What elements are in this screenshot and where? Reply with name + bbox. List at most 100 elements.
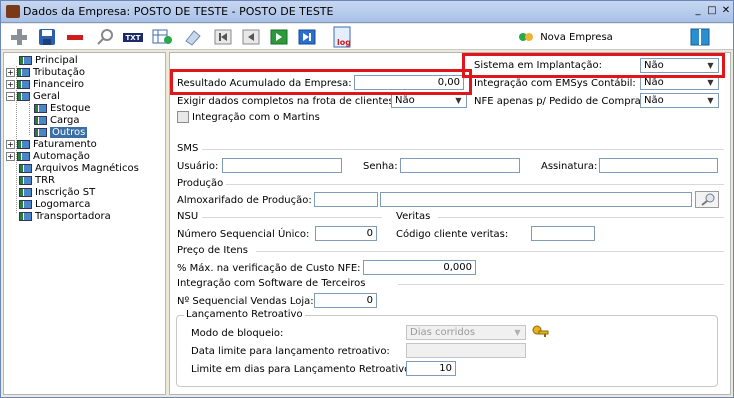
almoxarifado-code-input[interactable]	[314, 192, 378, 207]
window-title: Dados da Empresa: POSTO DE TESTE - POSTO…	[23, 5, 334, 18]
numero-sequencial-label: Número Sequencial Único:	[177, 229, 310, 240]
node-icon	[19, 211, 32, 221]
tree-item-outros[interactable]: Outros	[34, 126, 88, 138]
maximize-button[interactable]: □	[705, 5, 719, 18]
modo-bloqueio-select[interactable]: Dias corridos ▼	[406, 325, 526, 340]
chevron-down-icon: ▼	[514, 328, 521, 337]
integracao-terceiros-section-title: Integração com Software de Terceiros	[177, 278, 366, 289]
sms-divider	[202, 149, 724, 150]
tree-item-transportadora[interactable]: Transportadora	[6, 210, 111, 222]
node-icon	[34, 115, 47, 125]
numero-sequencial-input[interactable]: 0	[315, 226, 377, 241]
tree-item-tributacao[interactable]: + Tributação	[6, 66, 85, 78]
form-panel: Sistema em Implantação: Não ▼ Resultado …	[169, 52, 731, 395]
tree-item-estoque[interactable]: Estoque	[34, 102, 90, 114]
add-button[interactable]	[7, 26, 31, 48]
limite-dias-label: Limite em dias para Lançamento Retroativ…	[191, 364, 414, 375]
search-button[interactable]	[93, 26, 117, 48]
tree-item-automacao[interactable]: + Automação	[6, 150, 90, 162]
percentual-maximo-label: % Máx. na verificação de Custo NFE:	[177, 263, 361, 274]
floppy-disk-icon	[39, 29, 55, 45]
sms-section-title: SMS	[177, 143, 199, 154]
node-icon	[19, 163, 32, 173]
highlight-resultado-acumulado	[170, 69, 472, 95]
new-company-button[interactable]: Nova Empresa	[505, 26, 625, 48]
log-icon: log	[333, 26, 351, 48]
usuario-input[interactable]	[222, 158, 342, 173]
chevron-down-icon: ▼	[455, 96, 462, 105]
percentual-maximo-input[interactable]: 0,000	[363, 260, 476, 275]
close-button[interactable]: ✕	[719, 5, 733, 18]
node-icon	[19, 187, 32, 197]
node-icon	[19, 175, 32, 185]
modo-bloqueio-label: Modo de bloqueio:	[191, 328, 284, 339]
chevron-down-icon: ▼	[707, 78, 714, 87]
minimize-button[interactable]: _	[691, 5, 705, 18]
tree-item-financeiro[interactable]: + Financeiro	[6, 78, 84, 90]
window: Dados da Empresa: POSTO DE TESTE - POSTO…	[0, 0, 734, 398]
tree-item-trr[interactable]: TRR	[6, 174, 55, 186]
tree-item-arquivos-magneticos[interactable]: Arquivos Magnéticos	[6, 162, 139, 174]
tree-item-logomarca[interactable]: Logomarca	[6, 198, 90, 210]
tree-item-carga[interactable]: Carga	[34, 114, 80, 126]
navigation-tree: Principal + Tributação + Financeiro − Geral…	[3, 52, 166, 395]
preco-itens-section-title: Preço de Itens	[177, 245, 248, 256]
usuario-label: Usuário:	[177, 161, 219, 172]
node-icon	[17, 91, 30, 101]
producao-section-title: Produção	[177, 178, 224, 189]
data-limite-label: Data limite para lançamento retroativo:	[191, 346, 390, 357]
key-icon[interactable]	[532, 325, 550, 339]
tree-item-faturamento[interactable]: + Faturamento	[6, 138, 97, 150]
help-button[interactable]	[687, 26, 713, 48]
limite-dias-input[interactable]: 10	[406, 361, 456, 376]
almoxarifado-label: Almoxarifado de Produção:	[177, 195, 312, 206]
first-record-button[interactable]	[211, 26, 235, 48]
tree-item-inscricao-st[interactable]: Inscrição ST	[6, 186, 95, 198]
expand-icon[interactable]: +	[6, 67, 15, 77]
integracao-martins-label: Integração com o Martins	[192, 112, 320, 123]
previous-icon	[242, 29, 260, 45]
previous-record-button[interactable]	[239, 26, 263, 48]
svg-text:TXT: TXT	[126, 34, 141, 42]
delete-button[interactable]	[63, 26, 87, 48]
nsu-section-title: NSU	[177, 211, 199, 222]
highlight-sistema-implantacao	[462, 53, 725, 78]
magnifier-icon	[97, 29, 113, 45]
node-icon	[19, 199, 32, 209]
data-limite-input[interactable]	[406, 343, 526, 358]
integracao-martins-checkbox[interactable]	[177, 111, 189, 123]
integracao-emsys-label: Integração com EMSys Contábil:	[474, 78, 636, 89]
first-icon	[214, 29, 232, 45]
next-record-button[interactable]	[267, 26, 291, 48]
sequencial-vendas-input[interactable]: 0	[314, 293, 377, 308]
expand-icon[interactable]: +	[6, 139, 15, 149]
expand-icon[interactable]: +	[6, 79, 15, 89]
producao-divider	[226, 184, 724, 185]
collapse-icon[interactable]: −	[6, 91, 15, 101]
tree-item-geral[interactable]: − Geral	[6, 90, 60, 102]
veritas-divider	[438, 217, 724, 218]
refresh-grid-button[interactable]	[151, 26, 175, 48]
exigir-dados-select[interactable]: Não ▼	[391, 93, 467, 108]
log-button[interactable]: log	[331, 26, 357, 48]
export-txt-button[interactable]: TXT	[121, 26, 145, 48]
new-company-label: Nova Empresa	[540, 31, 613, 43]
assinatura-input[interactable]	[599, 158, 718, 173]
tree-item-principal[interactable]: Principal	[6, 54, 78, 66]
codigo-veritas-input[interactable]	[531, 226, 595, 241]
node-icon	[17, 67, 30, 77]
nfe-apenas-label: NFE apenas p/ Pedido de Compra:	[474, 96, 645, 107]
almoxarifado-search-button[interactable]	[695, 191, 719, 208]
save-button[interactable]	[35, 26, 59, 48]
last-icon	[298, 29, 316, 45]
nfe-apenas-select[interactable]: Não ▼	[640, 93, 719, 108]
clear-button[interactable]	[181, 26, 205, 48]
minus-icon	[67, 35, 83, 40]
almoxarifado-description-input[interactable]	[380, 192, 692, 207]
plus-icon	[11, 29, 27, 45]
senha-input[interactable]	[400, 158, 520, 173]
senha-label: Senha:	[363, 161, 398, 172]
sequencial-vendas-label: Nº Sequencial Vendas Loja:	[177, 296, 314, 307]
last-record-button[interactable]	[295, 26, 319, 48]
expand-icon[interactable]: +	[6, 151, 15, 161]
